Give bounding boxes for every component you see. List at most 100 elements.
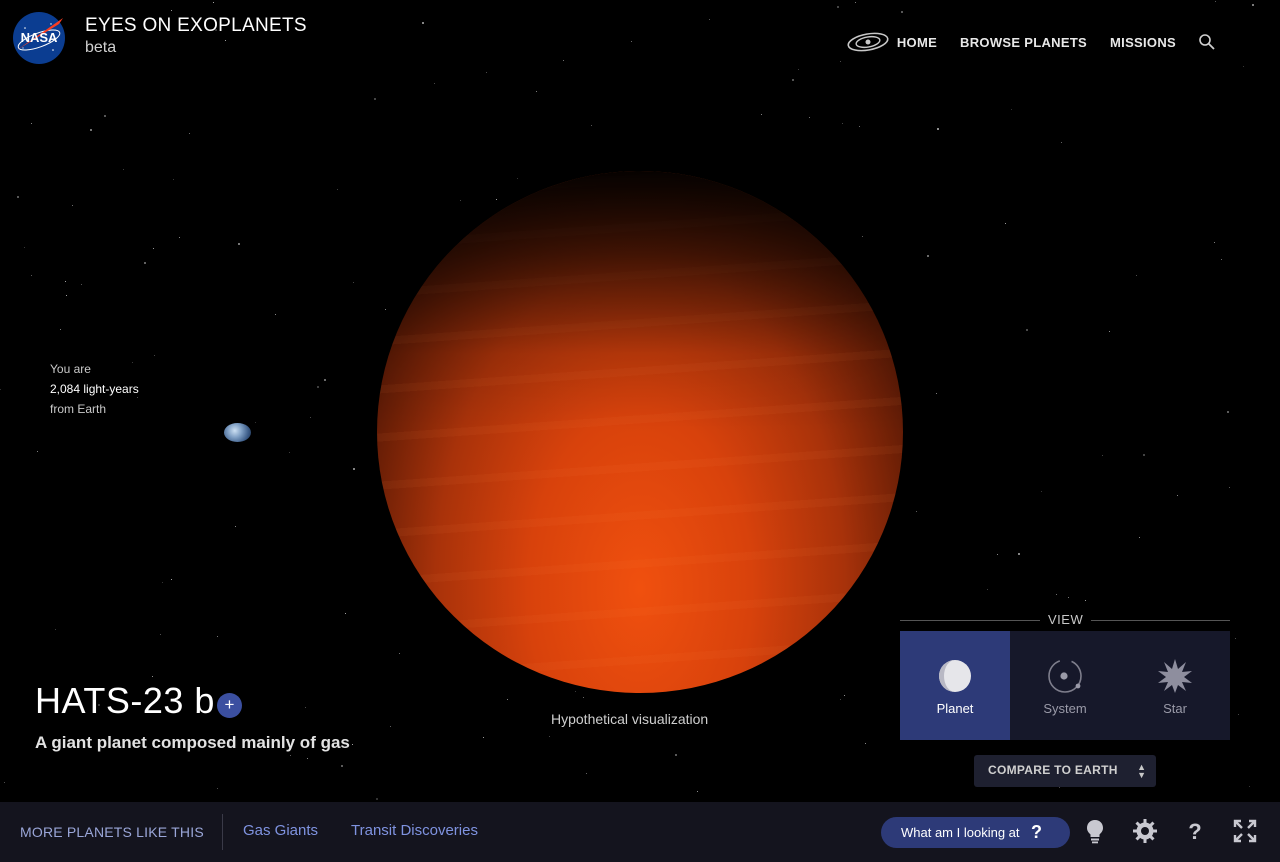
star-dot — [709, 19, 710, 20]
star-dot — [55, 629, 56, 630]
star-dot — [217, 788, 218, 789]
star-dot — [337, 189, 338, 190]
star-dot — [154, 355, 155, 356]
star-dot — [235, 526, 236, 527]
view-option-label: Planet — [936, 701, 974, 716]
star-dot — [1227, 411, 1229, 413]
category-gas-giants[interactable]: Gas Giants — [243, 822, 318, 839]
star-dot — [153, 248, 154, 249]
star-dot — [1243, 66, 1244, 67]
bottom-divider — [222, 814, 223, 850]
star-dot — [422, 22, 424, 24]
star-dot — [66, 295, 67, 296]
star-dot — [352, 744, 353, 745]
star-dot — [842, 123, 843, 124]
star-dot — [189, 133, 190, 134]
question-mark-icon: ? — [1031, 822, 1042, 842]
planet-name: HATS-23 b — [35, 680, 215, 721]
star-dot — [152, 676, 153, 677]
planet-icon — [939, 660, 971, 692]
nasa-logo[interactable]: NASA — [11, 10, 67, 66]
compare-to-earth-select[interactable]: COMPARE TO EARTH ▲ ▼ — [974, 755, 1156, 787]
star-dot — [225, 40, 226, 41]
star-dot — [399, 653, 400, 654]
star-dot — [81, 284, 82, 285]
star-dot — [840, 61, 841, 62]
star-dot — [307, 758, 308, 759]
star-dot — [290, 755, 291, 756]
star-dot — [123, 169, 124, 170]
earth-marker[interactable] — [224, 423, 251, 442]
star-dot — [1041, 491, 1042, 492]
star-dot — [1068, 597, 1069, 598]
star-dot — [631, 41, 632, 42]
sort-arrows-icon: ▲ ▼ — [1137, 762, 1146, 780]
star-dot — [104, 115, 106, 117]
star-dot — [1005, 223, 1006, 224]
star-dot — [840, 699, 841, 700]
what-am-i-looking-at-button[interactable]: What am I looking at ? — [881, 817, 1070, 848]
svg-text:NASA: NASA — [21, 30, 58, 45]
star-dot — [341, 765, 343, 767]
star-dot — [1059, 787, 1060, 788]
galaxy-icon[interactable] — [846, 30, 890, 54]
star-dot — [173, 179, 174, 180]
star-dot — [675, 754, 677, 756]
nav-home[interactable]: HOME — [897, 35, 937, 50]
star-dot — [65, 281, 66, 282]
nav-missions[interactable]: MISSIONS — [1110, 35, 1176, 50]
star-dot — [37, 451, 38, 452]
star-dot — [31, 275, 32, 276]
star-dot — [1011, 109, 1012, 110]
view-option-system[interactable]: System — [1010, 631, 1120, 740]
view-selector: Planet System Star — [900, 631, 1230, 740]
star-dot — [798, 69, 799, 70]
planet-visualization[interactable] — [377, 171, 903, 693]
star-dot — [4, 782, 5, 783]
star-dot — [217, 636, 218, 637]
star-dot — [1061, 142, 1062, 143]
settings-gear-icon[interactable] — [1132, 818, 1158, 844]
search-icon[interactable] — [1198, 33, 1216, 51]
star-dot — [1214, 242, 1215, 243]
star-dot — [1026, 329, 1028, 331]
star-dot — [1102, 455, 1103, 456]
lightbulb-icon[interactable] — [1082, 818, 1108, 844]
fullscreen-icon[interactable] — [1232, 818, 1258, 844]
star-dot — [385, 309, 386, 310]
star-dot — [374, 98, 376, 100]
star-dot — [865, 743, 866, 744]
add-planet-button[interactable]: + — [217, 693, 242, 718]
star-dot — [809, 117, 810, 118]
star-dot — [563, 60, 564, 61]
star-dot — [434, 83, 435, 84]
bottom-bar: MORE PLANETS LIKE THIS Gas Giants Transi… — [0, 802, 1280, 862]
help-icon[interactable]: ? — [1182, 818, 1208, 844]
star-dot — [496, 199, 497, 200]
star-dot — [536, 91, 537, 92]
star-dot — [31, 123, 32, 124]
view-option-star[interactable]: Star — [1120, 631, 1230, 740]
star-dot — [761, 114, 762, 115]
star-dot — [1085, 600, 1086, 601]
star-dot — [586, 773, 587, 774]
star-dot — [844, 695, 845, 696]
star-dot — [507, 699, 508, 700]
star-dot — [1018, 553, 1020, 555]
star-dot — [179, 237, 180, 238]
app-title: EYES ON EXOPLANETS — [85, 15, 307, 36]
star-dot — [483, 737, 484, 738]
distance-line-3: from Earth — [50, 402, 107, 416]
star-dot — [1229, 487, 1230, 488]
star-dot — [583, 697, 584, 698]
view-option-planet[interactable]: Planet — [900, 631, 1010, 740]
star-dot — [60, 329, 61, 330]
category-transit-discoveries[interactable]: Transit Discoveries — [351, 822, 478, 839]
star-dot — [1252, 4, 1254, 6]
nav-browse-planets[interactable]: BROWSE PLANETS — [960, 35, 1087, 50]
star-dot — [916, 511, 917, 512]
star-dot — [171, 579, 172, 580]
star-dot — [1177, 495, 1178, 496]
star-dot — [390, 726, 391, 727]
svg-text:?: ? — [1188, 819, 1201, 844]
